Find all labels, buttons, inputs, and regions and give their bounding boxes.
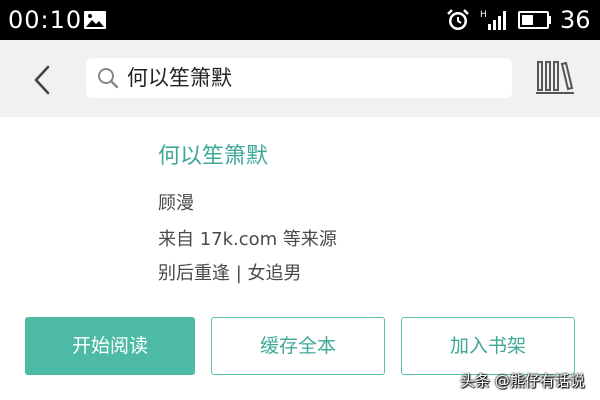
book-author: 顾漫 — [158, 193, 194, 214]
back-button[interactable] — [28, 64, 58, 96]
book-source: 来自 17k.com 等来源 — [158, 229, 337, 250]
status-bar: 00:10 H 36 — [0, 0, 600, 40]
cache-full-book-button[interactable]: 缓存全本 — [211, 317, 385, 375]
search-input[interactable]: 何以笙箫默 — [86, 58, 512, 98]
battery-level: 36 — [560, 6, 591, 34]
book-title: 何以笙箫默 — [158, 144, 269, 169]
bookshelf-icon[interactable] — [535, 58, 575, 96]
battery-icon — [518, 11, 551, 29]
alarm-icon — [447, 9, 469, 30]
signal-icon: H — [480, 10, 506, 30]
status-time: 00:10 — [8, 6, 83, 34]
watermark: 头条 @熊仔有话说 — [460, 372, 585, 390]
add-to-shelf-button[interactable]: 加入书架 — [401, 317, 575, 375]
search-query: 何以笙箫默 — [127, 66, 232, 90]
svg-text:H: H — [480, 10, 487, 20]
book-tags: 别后重逢 | 女追男 — [158, 263, 302, 284]
toolbar: 何以笙箫默 — [0, 40, 600, 117]
image-icon — [84, 11, 106, 29]
start-reading-button[interactable]: 开始阅读 — [25, 317, 195, 375]
search-icon — [98, 68, 119, 89]
